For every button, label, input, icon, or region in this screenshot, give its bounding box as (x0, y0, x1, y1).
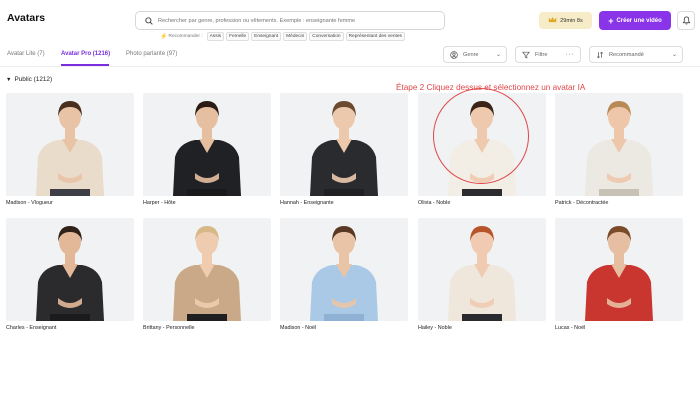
suggestion-chip[interactable]: Enseignant (251, 32, 282, 41)
suggestion-chip[interactable]: Assis (206, 32, 225, 41)
tab-photo-parlante[interactable]: Photo parlante (97) (126, 51, 177, 57)
suggestion-chip[interactable]: Conversation (309, 32, 344, 41)
avatar-card[interactable]: Hailey - Noble (418, 218, 546, 331)
search-input[interactable] (158, 17, 438, 24)
suggestion-chip[interactable]: Représentant des ventes (345, 32, 405, 41)
avatar-figure (448, 226, 516, 321)
avatar-name: Charles - Enseignant (6, 325, 57, 331)
avatar-figure (310, 226, 378, 321)
avatar-card[interactable]: Charles - Enseignant (6, 218, 134, 331)
suggestion-bar: ⚡ Recommander : Assis Femelle Enseignant… (160, 32, 405, 41)
bolt-icon: ⚡ (160, 34, 168, 40)
sort-icon (596, 51, 604, 59)
avatar-thumbnail[interactable] (6, 93, 134, 196)
tabs-divider (0, 66, 700, 67)
crown-icon (548, 16, 557, 25)
avatar-name: Madison - Vlogueur (6, 200, 53, 206)
avatar-name: Olivia - Noble (418, 200, 451, 206)
search-icon (140, 16, 158, 25)
avatar-name: Brittany - Personnelle (143, 325, 195, 331)
avatar-figure (173, 101, 241, 196)
avatar-card[interactable]: Harper - Hôte (143, 93, 271, 206)
filter-button[interactable]: Filtre ··· (515, 46, 581, 63)
avatar-figure (585, 101, 653, 196)
avatar-name: Madison - Noël (280, 325, 317, 331)
genre-label: Genre (463, 51, 479, 58)
section-label: Public (1212) (14, 76, 53, 83)
create-video-label: Créer une vidéo (616, 17, 662, 24)
chevron-down-icon: ⌄ (495, 52, 501, 58)
page-title: Avatars (7, 12, 46, 24)
avatar-thumbnail[interactable] (143, 93, 271, 196)
credits-text: 29min 8s (560, 17, 583, 24)
avatar-figure (36, 226, 104, 321)
avatar-figure (585, 226, 653, 321)
plus-icon: + (608, 15, 614, 26)
avatar-name: Hailey - Noble (418, 325, 452, 331)
avatar-figure (36, 101, 104, 196)
avatar-figure (173, 226, 241, 321)
avatar-name: Patrick - Décontractée (555, 200, 609, 206)
avatar-card[interactable]: Patrick - Décontractée (555, 93, 683, 206)
avatar-name: Hannah - Enseignante (280, 200, 334, 206)
avatar-thumbnail[interactable] (555, 93, 683, 196)
notifications-button[interactable] (677, 11, 695, 30)
funnel-icon (522, 51, 530, 59)
suggestion-chip[interactable]: Médecin (283, 32, 308, 41)
avatar-thumbnail[interactable] (143, 218, 271, 321)
chevron-down-icon: ⌄ (671, 52, 677, 58)
avatar-card[interactable]: Madison - Noël (280, 218, 408, 331)
suggestion-label-group: ⚡ Recommander : (160, 33, 203, 40)
caret-down-icon: ▼ (6, 76, 12, 83)
suggestion-chip[interactable]: Femelle (226, 32, 250, 41)
public-section-header[interactable]: ▼ Public (1212) (6, 76, 52, 83)
search-box[interactable] (135, 11, 445, 30)
genre-dropdown[interactable]: Genre ⌄ (443, 46, 507, 63)
avatar-thumbnail[interactable] (280, 93, 408, 196)
avatar-name: Harper - Hôte (143, 200, 176, 206)
credits-badge[interactable]: 29min 8s (539, 12, 592, 29)
avatar-card[interactable]: Brittany - Personnelle (143, 218, 271, 331)
avatar-name: Lucas - Noël (555, 325, 586, 331)
avatar-card[interactable]: Lucas - Noël (555, 218, 683, 331)
create-video-button[interactable]: + Créer une vidéo (599, 11, 671, 30)
sort-label: Recommandé (609, 51, 644, 58)
sort-dropdown[interactable]: Recommandé ⌄ (589, 46, 683, 63)
avatar-card[interactable]: Madison - Vlogueur (6, 93, 134, 206)
filter-label: Filtre (535, 51, 548, 58)
more-icon: ··· (565, 51, 574, 58)
avatar-thumbnail[interactable] (418, 218, 546, 321)
bell-icon (682, 12, 691, 30)
tab-avatar-pro[interactable]: Avatar Pro (1216) (61, 51, 110, 57)
user-circle-icon (450, 50, 458, 59)
avatar-figure (310, 101, 378, 196)
avatars-page: Avatars 29min 8s + Créer une vidéo ⚡ R (0, 0, 700, 400)
avatar-thumbnail[interactable] (280, 218, 408, 321)
highlight-circle (433, 88, 529, 184)
avatar-thumbnail[interactable] (555, 218, 683, 321)
suggestion-label: Recommander : (168, 34, 203, 39)
tab-avatar-lite[interactable]: Avatar Lite (7) (7, 51, 45, 57)
avatar-thumbnail[interactable] (6, 218, 134, 321)
avatar-card[interactable]: Hannah - Enseignante (280, 93, 408, 206)
